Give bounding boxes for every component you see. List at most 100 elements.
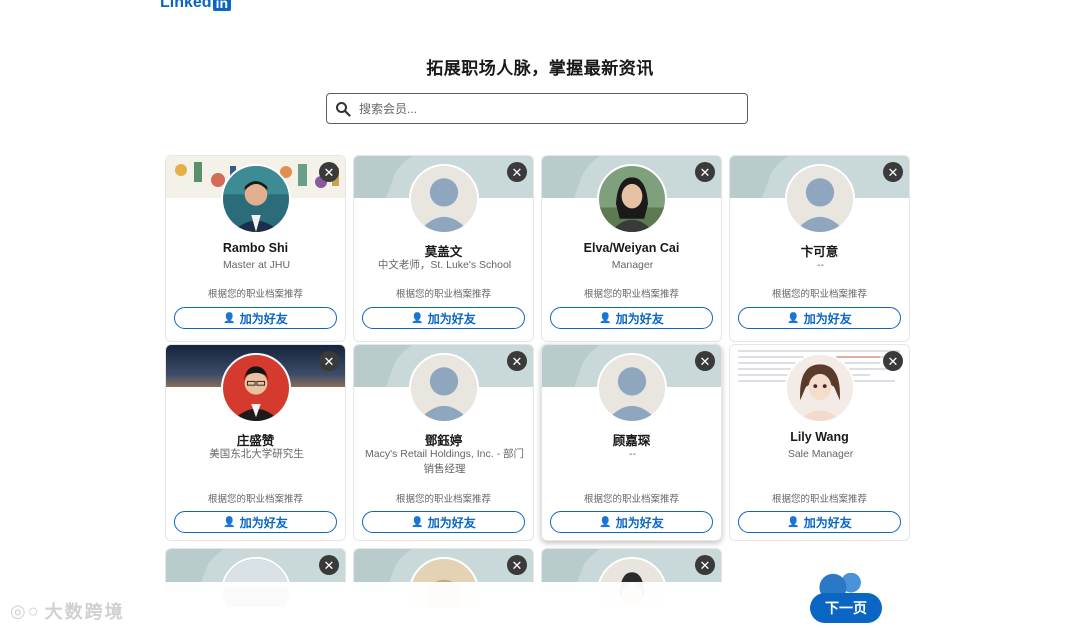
add-connection-button[interactable]: 👤 加为好友 bbox=[738, 307, 901, 329]
recommendation-reason: 根据您的职业档案推荐 bbox=[395, 289, 491, 300]
add-connection-button[interactable]: 👤 加为好友 bbox=[174, 307, 337, 329]
add-person-icon: 👤 bbox=[223, 516, 236, 528]
add-person-icon: 👤 bbox=[411, 516, 424, 528]
add-connection-label: 加为好友 bbox=[615, 311, 664, 326]
suggestion-card[interactable]: ✕ 卞可意 -- 根据您的职业档案推荐 👤 加为好友 bbox=[729, 155, 910, 342]
add-connection-button[interactable]: 👤 加为好友 bbox=[738, 511, 901, 533]
avatar[interactable] bbox=[596, 353, 667, 423]
add-person-icon: 👤 bbox=[411, 312, 424, 324]
page: Linked in 拓展职场人脉，掌握最新资讯 ✕ bbox=[0, 0, 1080, 630]
page-title: 拓展职场人脉，掌握最新资讯 bbox=[426, 59, 654, 78]
add-connection-label: 加为好友 bbox=[615, 515, 664, 530]
dismiss-button[interactable]: ✕ bbox=[695, 162, 715, 182]
close-icon: ✕ bbox=[323, 164, 335, 180]
recommendation-reason: 根据您的职业档案推荐 bbox=[583, 494, 679, 505]
default-avatar-icon bbox=[410, 355, 477, 421]
suggestion-card[interactable]: ✕ Lily Wang Sale Manager 根据您的职业档案推荐 👤 加为… bbox=[729, 344, 910, 541]
close-icon: ✕ bbox=[511, 557, 523, 573]
dismiss-button[interactable]: ✕ bbox=[883, 351, 903, 371]
suggestion-card[interactable]: ✕ 莫盖文 中文老师，St. Luke's School 根据您的职业档案推荐 … bbox=[353, 155, 534, 342]
member-name[interactable]: Rambo Shi bbox=[166, 241, 345, 255]
avatar[interactable] bbox=[220, 164, 291, 234]
add-connection-button[interactable]: 👤 加为好友 bbox=[174, 511, 337, 533]
member-headline: Sale Manager bbox=[787, 448, 854, 460]
dismiss-button[interactable]: ✕ bbox=[883, 162, 903, 182]
suggestion-card[interactable]: ✕ 鄧鈺婷 Macy's Retail Holdings, Inc. - 部门销… bbox=[353, 344, 534, 541]
close-icon: ✕ bbox=[887, 353, 899, 369]
dismiss-button[interactable]: ✕ bbox=[319, 555, 339, 575]
close-icon: ✕ bbox=[511, 164, 523, 180]
avatar[interactable] bbox=[220, 353, 291, 423]
add-connection-button[interactable]: 👤 加为好友 bbox=[362, 511, 525, 533]
watermark-logo-icon: ◎○ bbox=[10, 600, 41, 621]
member-headline: 中文老师，St. Luke's School bbox=[377, 259, 512, 271]
suggestion-card[interactable]: ✕ Elva/Weiyan Cai Manager 根据您的职业档案推荐 👤 加… bbox=[541, 155, 722, 342]
recommendation-reason: 根据您的职业档案推荐 bbox=[207, 289, 303, 300]
recommendation-reason: 根据您的职业档案推荐 bbox=[207, 494, 303, 505]
add-connection-label: 加为好友 bbox=[803, 311, 852, 326]
avatar[interactable] bbox=[784, 353, 855, 423]
member-headline: -- bbox=[817, 259, 824, 271]
next-page-button[interactable]: 下一页 bbox=[810, 593, 882, 623]
dismiss-button[interactable]: ✕ bbox=[319, 162, 339, 182]
member-headline: 美国东北大学研究生 bbox=[209, 448, 304, 460]
dismiss-button[interactable]: ✕ bbox=[507, 162, 527, 182]
default-avatar-icon bbox=[786, 166, 853, 232]
profile-photo bbox=[222, 355, 289, 421]
watermark-text: 大数跨境 bbox=[44, 602, 125, 622]
watermark: ◎○ 大数跨境 bbox=[10, 598, 125, 624]
add-connection-label: 加为好友 bbox=[427, 311, 476, 326]
add-connection-button[interactable]: 👤 加为好友 bbox=[550, 307, 713, 329]
close-icon: ✕ bbox=[323, 557, 335, 573]
add-connection-button[interactable]: 👤 加为好友 bbox=[362, 307, 525, 329]
close-icon: ✕ bbox=[323, 353, 335, 369]
add-connection-label: 加为好友 bbox=[239, 311, 288, 326]
close-icon: ✕ bbox=[699, 557, 711, 573]
default-avatar-icon bbox=[598, 355, 665, 421]
member-name[interactable]: Elva/Weiyan Cai bbox=[542, 241, 721, 255]
add-connection-label: 加为好友 bbox=[803, 515, 852, 530]
profile-photo bbox=[222, 166, 289, 232]
add-connection-label: 加为好友 bbox=[427, 515, 476, 530]
suggestion-card[interactable]: ✕ 顾嘉琛 -- 根据您的职业档案推荐 👤 加为好友 bbox=[541, 344, 722, 541]
avatar[interactable] bbox=[408, 164, 479, 234]
recommendation-reason: 根据您的职业档案推荐 bbox=[771, 289, 867, 300]
dismiss-button[interactable]: ✕ bbox=[695, 351, 715, 371]
logo-in-badge: in bbox=[212, 0, 232, 11]
add-person-icon: 👤 bbox=[787, 312, 800, 324]
member-headline: Macy's Retail Holdings, Inc. - 部门销售经理 bbox=[365, 448, 524, 475]
dismiss-button[interactable]: ✕ bbox=[319, 351, 339, 371]
add-person-icon: 👤 bbox=[223, 312, 236, 324]
logo-text: Linked bbox=[160, 0, 212, 11]
add-connection-label: 加为好友 bbox=[239, 515, 288, 530]
linkedin-logo[interactable]: Linked in bbox=[160, 0, 232, 12]
avatar[interactable] bbox=[408, 353, 479, 423]
member-headline: -- bbox=[629, 448, 636, 460]
add-person-icon: 👤 bbox=[787, 516, 800, 528]
recommendation-reason: 根据您的职业档案推荐 bbox=[771, 494, 867, 505]
default-avatar-icon bbox=[410, 166, 477, 232]
close-icon: ✕ bbox=[699, 164, 711, 180]
search-input[interactable] bbox=[357, 100, 747, 117]
close-icon: ✕ bbox=[699, 353, 711, 369]
dismiss-button[interactable]: ✕ bbox=[695, 555, 715, 575]
suggestion-card[interactable]: ✕ 庄盛赞 美国东北大学研究生 根据您的职业档案推荐 👤 加为好友 bbox=[165, 344, 346, 541]
dismiss-button[interactable]: ✕ bbox=[507, 351, 527, 371]
profile-photo bbox=[598, 166, 665, 232]
add-connection-button[interactable]: 👤 加为好友 bbox=[550, 511, 713, 533]
close-icon: ✕ bbox=[887, 164, 899, 180]
search-icon bbox=[336, 101, 351, 117]
search-box[interactable] bbox=[326, 93, 748, 124]
recommendation-reason: 根据您的职业档案推荐 bbox=[395, 494, 491, 505]
avatar[interactable] bbox=[596, 164, 667, 234]
close-icon: ✕ bbox=[511, 353, 523, 369]
recommendation-reason: 根据您的职业档案推荐 bbox=[583, 289, 679, 300]
member-name[interactable]: Lily Wang bbox=[730, 430, 909, 444]
suggestion-card[interactable]: ✕ Rambo Shi Master at JHU 根据您的职业档案推荐 👤 加… bbox=[165, 155, 346, 342]
member-headline: Master at JHU bbox=[222, 259, 291, 271]
add-person-icon: 👤 bbox=[599, 312, 612, 324]
member-headline: Manager bbox=[611, 259, 654, 271]
avatar[interactable] bbox=[784, 164, 855, 234]
profile-photo bbox=[786, 355, 853, 421]
dismiss-button[interactable]: ✕ bbox=[507, 555, 527, 575]
